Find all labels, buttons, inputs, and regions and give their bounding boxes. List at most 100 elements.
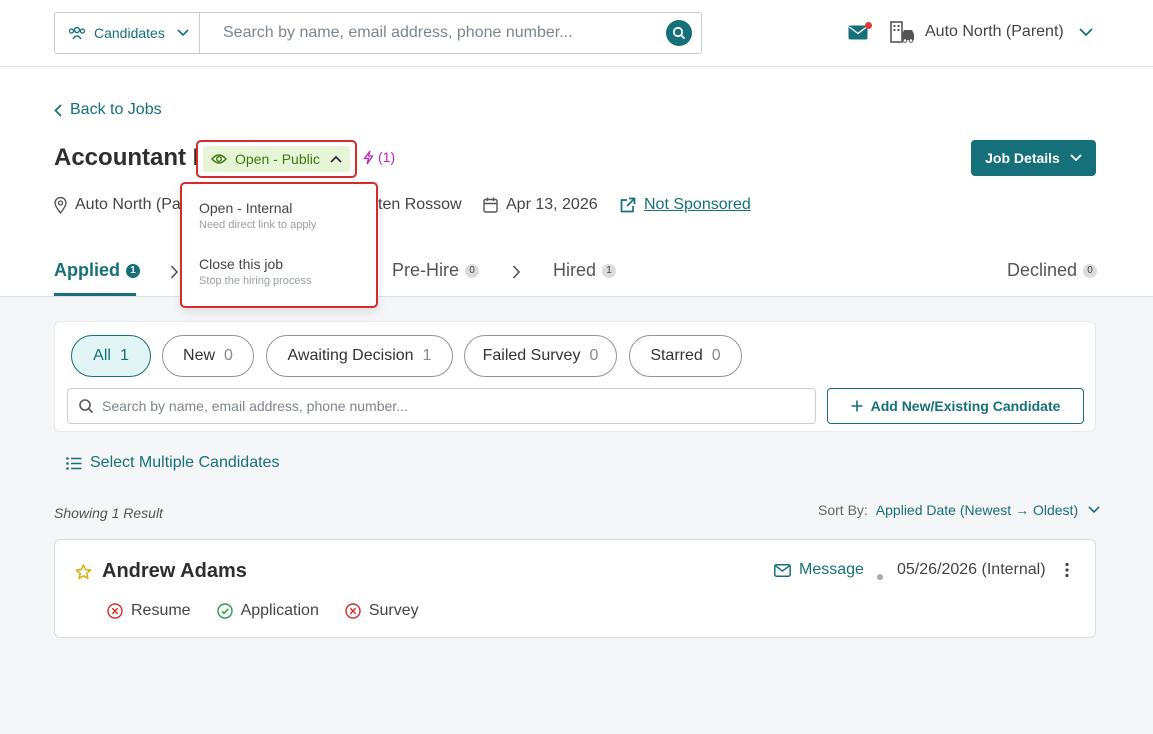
candidate-card[interactable]: Andrew Adams Message 05/26/2026 (Interna…: [54, 539, 1096, 638]
notifications-button[interactable]: [848, 22, 872, 42]
external-link-icon: [620, 197, 636, 213]
star-icon[interactable]: [75, 563, 92, 580]
job-details-label: Job Details: [985, 150, 1060, 166]
option-title: Close this job: [199, 256, 284, 272]
more-options-icon[interactable]: [1064, 562, 1070, 578]
job-recruiter: sten Rossow: [370, 196, 462, 214]
message-button[interactable]: Message: [774, 561, 864, 579]
doc-label: Resume: [131, 602, 191, 619]
sort-value: Applied Date (Newest → Oldest): [875, 502, 1079, 518]
tab-label: Applied: [54, 260, 120, 280]
search-button[interactable]: [666, 20, 692, 46]
org-name: Auto North (Parent): [925, 23, 1064, 40]
sort-label: Sort By:: [818, 502, 868, 518]
org-select[interactable]: Auto North (Parent): [890, 20, 1093, 44]
chip-label: All: [93, 347, 111, 364]
candidate-search-input[interactable]: Search by name, email address, phone num…: [67, 388, 816, 424]
active-tab-indicator: [54, 293, 136, 296]
back-link-label: Back to Jobs: [70, 101, 162, 118]
sponsor-link[interactable]: Not Sponsored: [620, 196, 751, 214]
sort-select[interactable]: Applied Date (Newest → Oldest): [876, 502, 1100, 518]
chevron-down-icon: [177, 29, 189, 37]
search-icon: [672, 26, 686, 40]
tab-label: Pre-Hire: [392, 260, 460, 280]
select-multiple-button[interactable]: Select Multiple Candidates: [66, 454, 279, 472]
tab-count-badge: 1: [126, 263, 140, 278]
tab-count-badge: 0: [465, 263, 480, 278]
mail-icon: [774, 563, 791, 577]
tab-count-badge: 1: [602, 263, 617, 278]
chevron-down-icon: [1070, 154, 1082, 162]
chip-count: 0: [224, 347, 233, 364]
calendar-icon: [483, 197, 498, 213]
job-recruiter-text: sten Rossow: [370, 196, 462, 213]
chip-label: Starred: [650, 347, 703, 364]
candidate-applied-date: 05/26/2026 (Internal): [897, 561, 1046, 578]
tab-applied[interactable]: Applied 1: [54, 260, 140, 281]
status-option-close-job[interactable]: Close this job Stop the hiring process: [199, 256, 359, 312]
chevron-right-icon: [170, 265, 179, 279]
job-date: Apr 13, 2026: [483, 196, 598, 214]
list-icon: [66, 456, 82, 470]
filter-chip-failed-survey[interactable]: Failed Survey 0: [464, 335, 617, 377]
results-count: Showing 1 Result: [54, 505, 163, 521]
search-scope-label: Candidates: [94, 25, 165, 41]
chip-count: 0: [711, 347, 721, 364]
doc-label: Application: [240, 602, 319, 619]
candidate-search-placeholder: Search by name, email address, phone num…: [102, 398, 408, 414]
chip-count: 0: [589, 347, 599, 364]
chevron-down-icon: [1079, 27, 1093, 36]
doc-label: Survey: [368, 602, 419, 619]
unread-dot: [865, 22, 872, 29]
option-title: Open - Internal: [199, 200, 293, 216]
status-option-open-internal[interactable]: Open - Internal Need direct link to appl…: [199, 200, 359, 256]
chip-count: 1: [422, 347, 432, 364]
lightning-icon: [363, 150, 374, 164]
candidate-documents: Resume Application Survey: [107, 602, 419, 620]
global-search-group: Candidates Search by name, email address…: [54, 12, 702, 54]
search-icon: [79, 399, 94, 414]
doc-resume[interactable]: Resume: [107, 602, 191, 620]
doc-survey[interactable]: Survey: [345, 602, 419, 620]
job-details-button[interactable]: Job Details: [971, 140, 1096, 176]
add-candidate-label: Add New/Existing Candidate: [870, 398, 1061, 414]
chip-label: Awaiting Decision: [287, 347, 414, 364]
chevron-left-icon: [54, 103, 62, 117]
message-label: Message: [799, 561, 864, 578]
select-multiple-label: Select Multiple Candidates: [90, 454, 280, 471]
option-subtitle: Stop the hiring process: [199, 275, 312, 287]
tab-pre-hire[interactable]: Pre-Hire 0: [392, 260, 480, 281]
back-to-jobs-link[interactable]: Back to Jobs: [54, 101, 162, 119]
sort-control: Sort By: Applied Date (Newest → Oldest): [818, 502, 1100, 518]
job-date-text: Apr 13, 2026: [506, 196, 598, 213]
chevron-down-icon: [1088, 506, 1100, 514]
global-search-input[interactable]: Search by name, email address, phone num…: [200, 24, 666, 42]
filter-chip-new[interactable]: New 0: [162, 335, 254, 377]
tab-declined[interactable]: Declined 0: [1007, 260, 1098, 281]
tab-count-badge: 0: [1083, 263, 1098, 278]
candidate-header: Andrew Adams: [75, 560, 247, 583]
add-candidate-button[interactable]: Add New/Existing Candidate: [827, 388, 1084, 424]
job-location-text: Auto North (Pa: [75, 196, 181, 213]
option-subtitle: Need direct link to apply: [199, 219, 317, 231]
job-title: Accountant I: [54, 144, 200, 171]
check-circle-icon: [216, 603, 233, 619]
eye-icon: [211, 154, 227, 164]
tab-hired[interactable]: Hired 1: [553, 260, 617, 281]
job-location: Auto North (Pa: [54, 196, 181, 214]
doc-application[interactable]: Application: [216, 602, 319, 620]
chip-label: Failed Survey: [482, 347, 581, 364]
automations-indicator[interactable]: (1): [363, 149, 395, 165]
chip-count: 1: [119, 347, 129, 364]
search-scope-select[interactable]: Candidates: [55, 13, 200, 53]
chevron-right-icon: [512, 265, 521, 279]
candidate-name[interactable]: Andrew Adams: [102, 560, 247, 583]
filter-chip-starred[interactable]: Starred 0: [629, 335, 742, 377]
filter-chip-all[interactable]: All 1: [71, 335, 151, 377]
chip-label: New: [183, 347, 216, 364]
filter-chip-awaiting-decision[interactable]: Awaiting Decision 1: [266, 335, 453, 377]
job-status-toggle[interactable]: Open - Public: [196, 140, 357, 178]
job-status-label: Open - Public: [235, 151, 320, 167]
tab-label: Hired: [553, 260, 597, 280]
location-pin-icon: [54, 196, 67, 214]
